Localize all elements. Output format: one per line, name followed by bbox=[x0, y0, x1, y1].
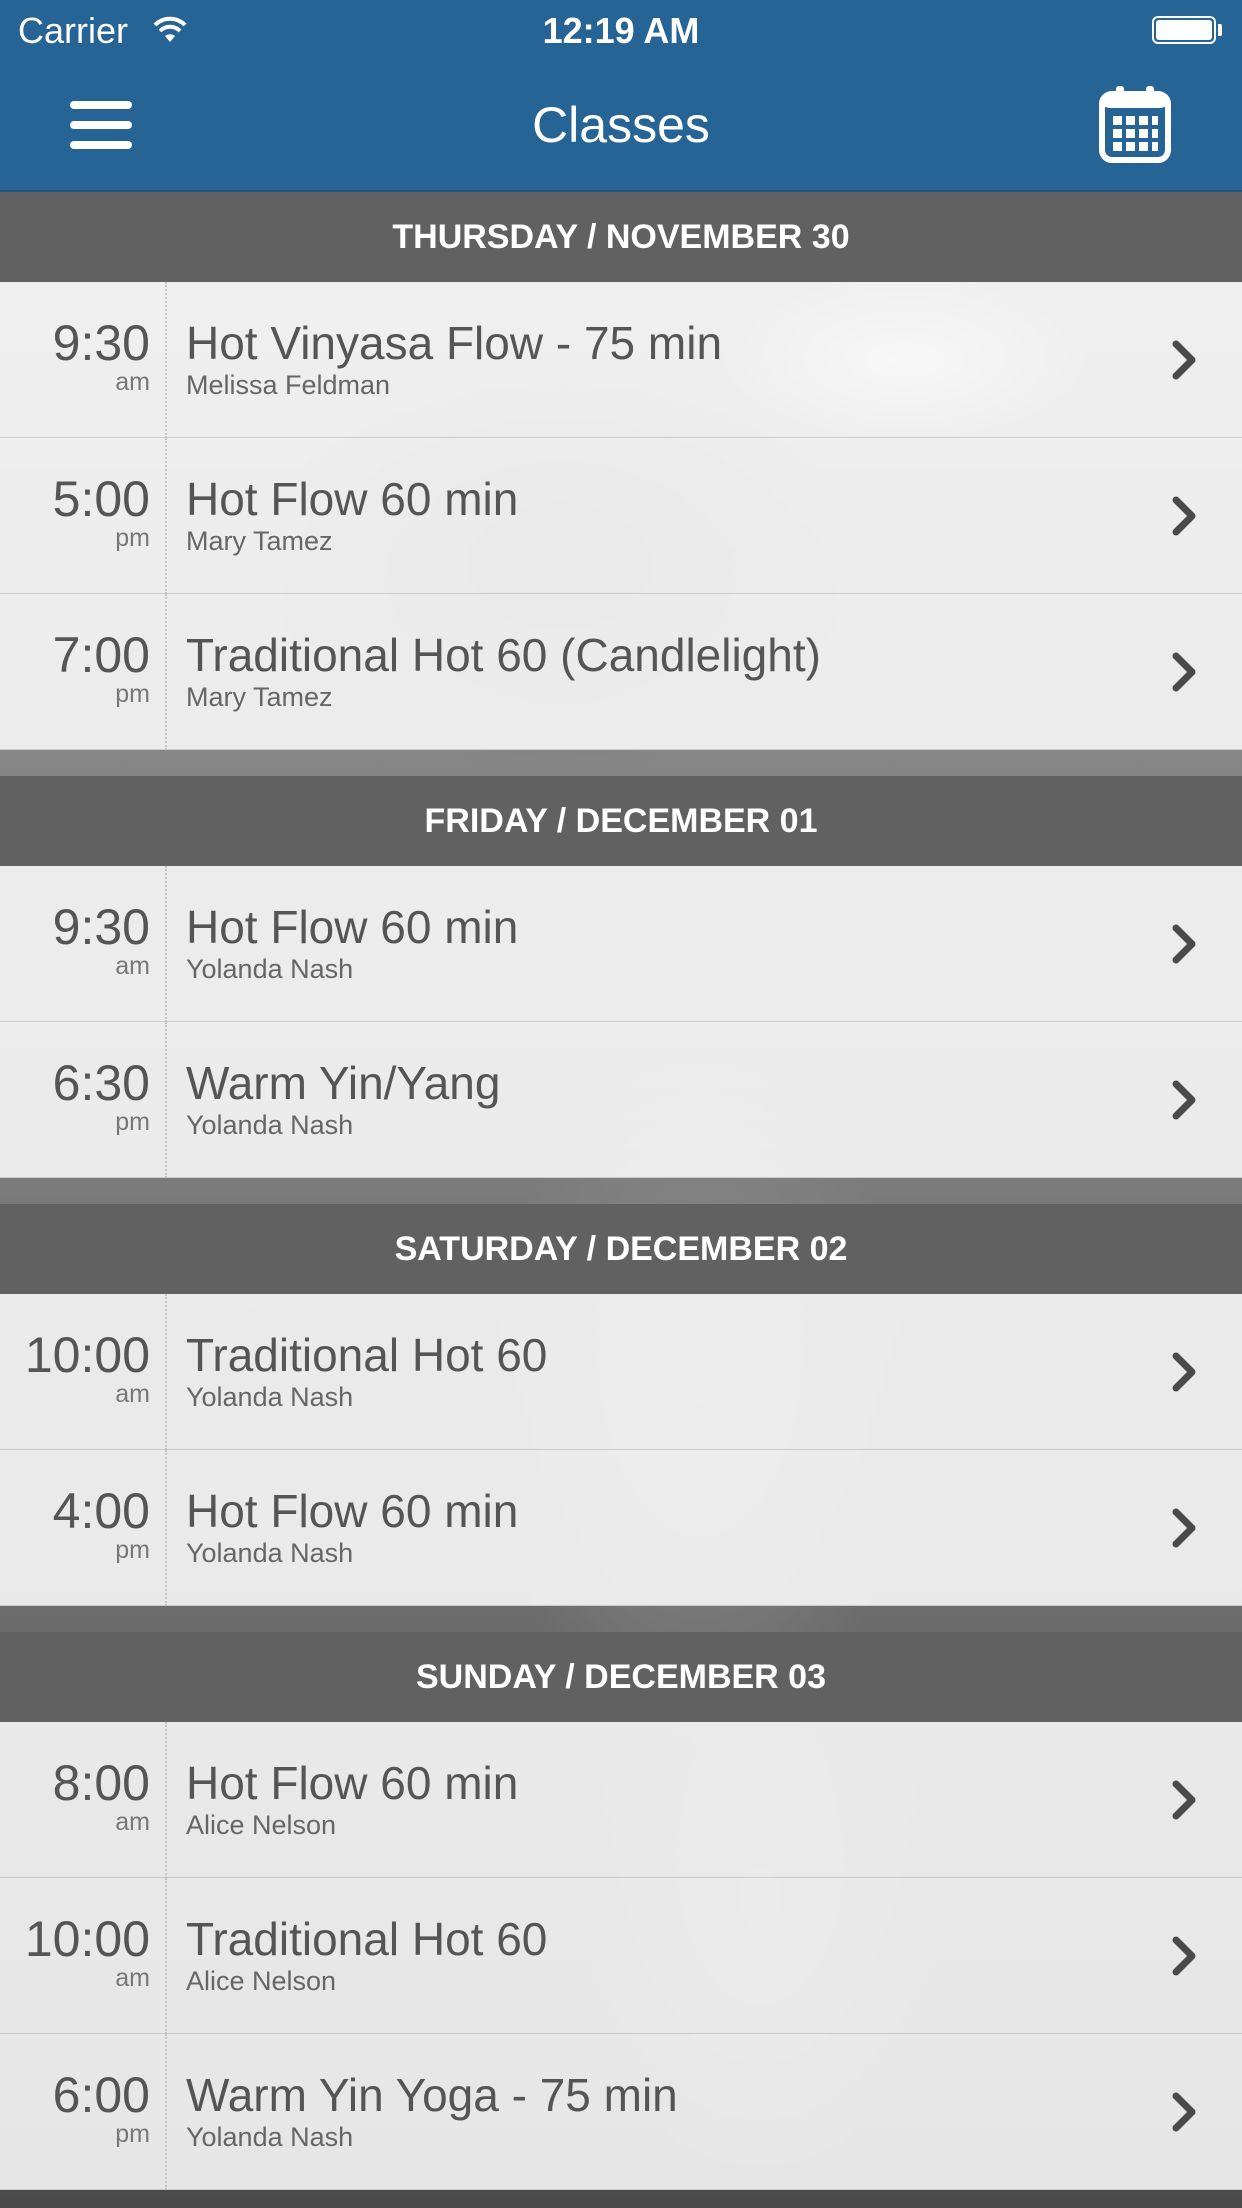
class-teacher: Alice Nelson bbox=[186, 1810, 337, 1840]
chevron-right-icon bbox=[1170, 340, 1198, 380]
chevron-right-icon bbox=[1170, 1352, 1198, 1392]
time-divider bbox=[165, 594, 167, 750]
class-name: Traditional Hot 60 bbox=[186, 1913, 548, 1965]
class-teacher: Yolanda Nash bbox=[186, 954, 354, 984]
time-divider bbox=[165, 1294, 167, 1450]
battery-icon bbox=[1152, 16, 1216, 44]
chevron-right-icon bbox=[1170, 924, 1198, 964]
class-time: 9:30 bbox=[52, 315, 150, 371]
time-divider bbox=[165, 1722, 167, 1878]
class-schedule-list: THURSDAY / NOVEMBER 30 9:30 am Hot Vinyasa … bbox=[0, 192, 1242, 2190]
day-section-header: FRIDAY / DECEMBER 01 bbox=[0, 776, 1242, 866]
page-title: Classes bbox=[532, 97, 710, 153]
time-divider bbox=[165, 2034, 167, 2190]
class-row[interactable]: 4:00 pm Hot Flow 60 min Yolanda Nash bbox=[0, 1450, 1242, 1606]
class-row[interactable]: 10:00 am Traditional Hot 60 Yolanda Nash bbox=[0, 1294, 1242, 1450]
battery-tip bbox=[1218, 24, 1222, 36]
class-time: 10:00 bbox=[24, 1327, 150, 1383]
class-time: 7:00 bbox=[52, 627, 150, 683]
class-time: 10:00 bbox=[24, 1911, 150, 1967]
class-row[interactable]: 5:00 pm Hot Flow 60 min Mary Tamez bbox=[0, 438, 1242, 594]
day-section-header: SATURDAY / DECEMBER 02 bbox=[0, 1204, 1242, 1294]
class-ampm: am bbox=[115, 1380, 150, 1408]
time-divider bbox=[165, 282, 167, 438]
class-name: Traditional Hot 60 bbox=[186, 1329, 548, 1381]
day-section-header: THURSDAY / NOVEMBER 30 bbox=[0, 192, 1242, 282]
chevron-right-icon bbox=[1170, 2092, 1198, 2132]
class-time: 6:30 bbox=[52, 1055, 150, 1111]
class-ampm: pm bbox=[115, 1108, 150, 1136]
class-row[interactable]: 8:00 am Hot Flow 60 min Alice Nelson bbox=[0, 1722, 1242, 1878]
class-teacher: Mary Tamez bbox=[186, 682, 333, 712]
class-teacher: Alice Nelson bbox=[186, 1966, 337, 1996]
time-divider bbox=[165, 1022, 167, 1178]
day-section-header: SUNDAY / DECEMBER 03 bbox=[0, 1632, 1242, 1722]
time-divider bbox=[165, 438, 167, 594]
time-divider bbox=[165, 1450, 167, 1606]
class-ampm: pm bbox=[115, 524, 150, 552]
chevron-right-icon bbox=[1170, 1080, 1198, 1120]
class-row[interactable]: 7:00 pm Traditional Hot 60 (Candlelight) Ma… bbox=[0, 594, 1242, 750]
class-ampm: pm bbox=[115, 2120, 150, 2148]
status-bar: Carrier 12:19 AM bbox=[0, 0, 1242, 62]
time-divider bbox=[165, 1878, 167, 2034]
chevron-right-icon bbox=[1170, 1780, 1198, 1820]
class-time: 5:00 bbox=[52, 471, 150, 527]
class-name: Hot Vinyasa Flow - 75 min bbox=[186, 317, 723, 369]
chevron-right-icon bbox=[1170, 652, 1198, 692]
class-name: Warm Yin Yoga - 75 min bbox=[186, 2069, 678, 2121]
class-teacher: Yolanda Nash bbox=[186, 1382, 354, 1412]
class-time: 8:00 bbox=[52, 1755, 150, 1811]
class-ampm: am bbox=[115, 1808, 150, 1836]
class-teacher: Yolanda Nash bbox=[186, 1538, 354, 1568]
chevron-right-icon bbox=[1170, 496, 1198, 536]
class-row[interactable]: 9:30 am Hot Vinyasa Flow - 75 min Melissa F… bbox=[0, 282, 1242, 438]
class-row[interactable]: 6:30 pm Warm Yin/Yang Yolanda Nash bbox=[0, 1022, 1242, 1178]
class-name: Traditional Hot 60 (Candlelight) bbox=[186, 629, 821, 681]
class-teacher: Yolanda Nash bbox=[186, 2122, 354, 2152]
status-time: 12:19 AM bbox=[542, 10, 700, 51]
time-divider bbox=[165, 866, 167, 1022]
class-ampm: am bbox=[115, 952, 150, 980]
class-ampm: am bbox=[115, 1964, 150, 1992]
class-time: 4:00 bbox=[52, 1483, 150, 1539]
class-name: Hot Flow 60 min bbox=[186, 1757, 519, 1809]
chevron-right-icon bbox=[1170, 1936, 1198, 1976]
class-name: Hot Flow 60 min bbox=[186, 901, 519, 953]
class-name: Hot Flow 60 min bbox=[186, 473, 519, 525]
class-name: Warm Yin/Yang bbox=[186, 1057, 501, 1109]
class-time: 6:00 bbox=[52, 2067, 150, 2123]
class-teacher: Melissa Feldman bbox=[186, 370, 391, 400]
class-time: 9:30 bbox=[52, 899, 150, 955]
chevron-right-icon bbox=[1170, 1508, 1198, 1548]
class-ampm: pm bbox=[115, 680, 150, 708]
class-ampm: pm bbox=[115, 1536, 150, 1564]
nav-bar: Classes bbox=[0, 62, 1242, 192]
calendar-icon[interactable] bbox=[1098, 84, 1172, 164]
class-row[interactable]: 10:00 am Traditional Hot 60 Alice Nelson bbox=[0, 1878, 1242, 2034]
class-ampm: am bbox=[115, 368, 150, 396]
class-row[interactable]: 9:30 am Hot Flow 60 min Yolanda Nash bbox=[0, 866, 1242, 1022]
class-name: Hot Flow 60 min bbox=[186, 1485, 519, 1537]
class-row[interactable]: 6:00 pm Warm Yin Yoga - 75 min Yolanda Nash bbox=[0, 2034, 1242, 2190]
class-teacher: Mary Tamez bbox=[186, 526, 333, 556]
class-teacher: Yolanda Nash bbox=[186, 1110, 354, 1140]
